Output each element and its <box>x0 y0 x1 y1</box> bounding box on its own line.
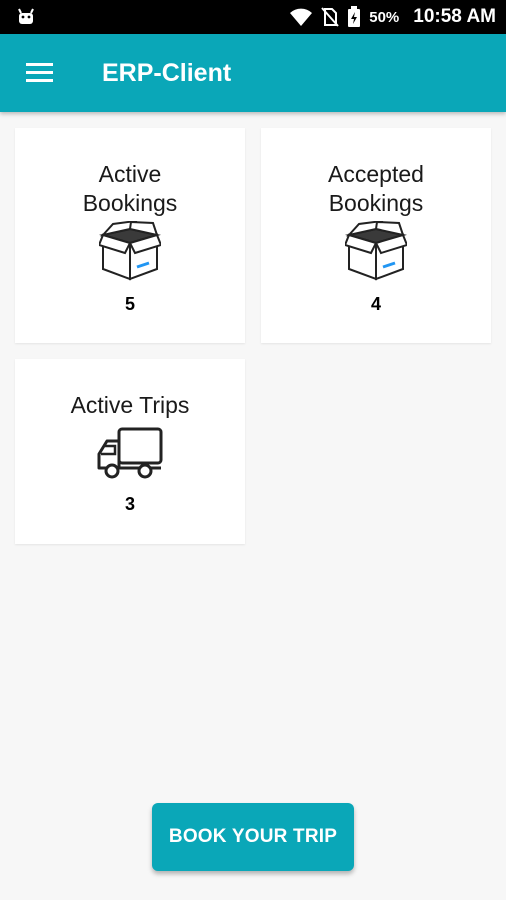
active-bookings-card[interactable]: Active Bookings 5 <box>15 128 245 343</box>
card-title: Active Trips <box>70 392 190 418</box>
open-box-icon <box>345 221 407 281</box>
battery-percent: 50% <box>369 8 400 26</box>
accepted-bookings-card[interactable]: Accepted Bookings 4 <box>261 128 491 343</box>
card-title: Accepted Bookings <box>328 161 424 216</box>
book-your-trip-button[interactable]: BOOK YOUR TRIP <box>152 803 354 871</box>
active-trips-count: 3 <box>124 494 135 514</box>
truck-icon <box>97 427 163 479</box>
active-bookings-count: 5 <box>124 294 135 314</box>
card-title: Active Bookings <box>82 161 178 216</box>
android-icon <box>18 8 34 24</box>
battery-charging-icon <box>348 6 361 27</box>
no-sim-icon <box>321 7 339 27</box>
status-bar: 50% 10:58 AM <box>0 0 506 34</box>
open-box-icon <box>99 221 161 281</box>
wifi-icon <box>290 8 313 26</box>
app-title: ERP-Client <box>102 58 232 87</box>
app-bar: ERP-Client <box>0 34 506 112</box>
active-trips-card[interactable]: Active Trips 3 <box>15 359 245 544</box>
menu-button[interactable] <box>0 34 80 112</box>
hamburger-menu-icon <box>26 63 53 82</box>
accepted-bookings-count: 4 <box>370 294 381 314</box>
clock: 10:58 AM <box>413 6 496 27</box>
